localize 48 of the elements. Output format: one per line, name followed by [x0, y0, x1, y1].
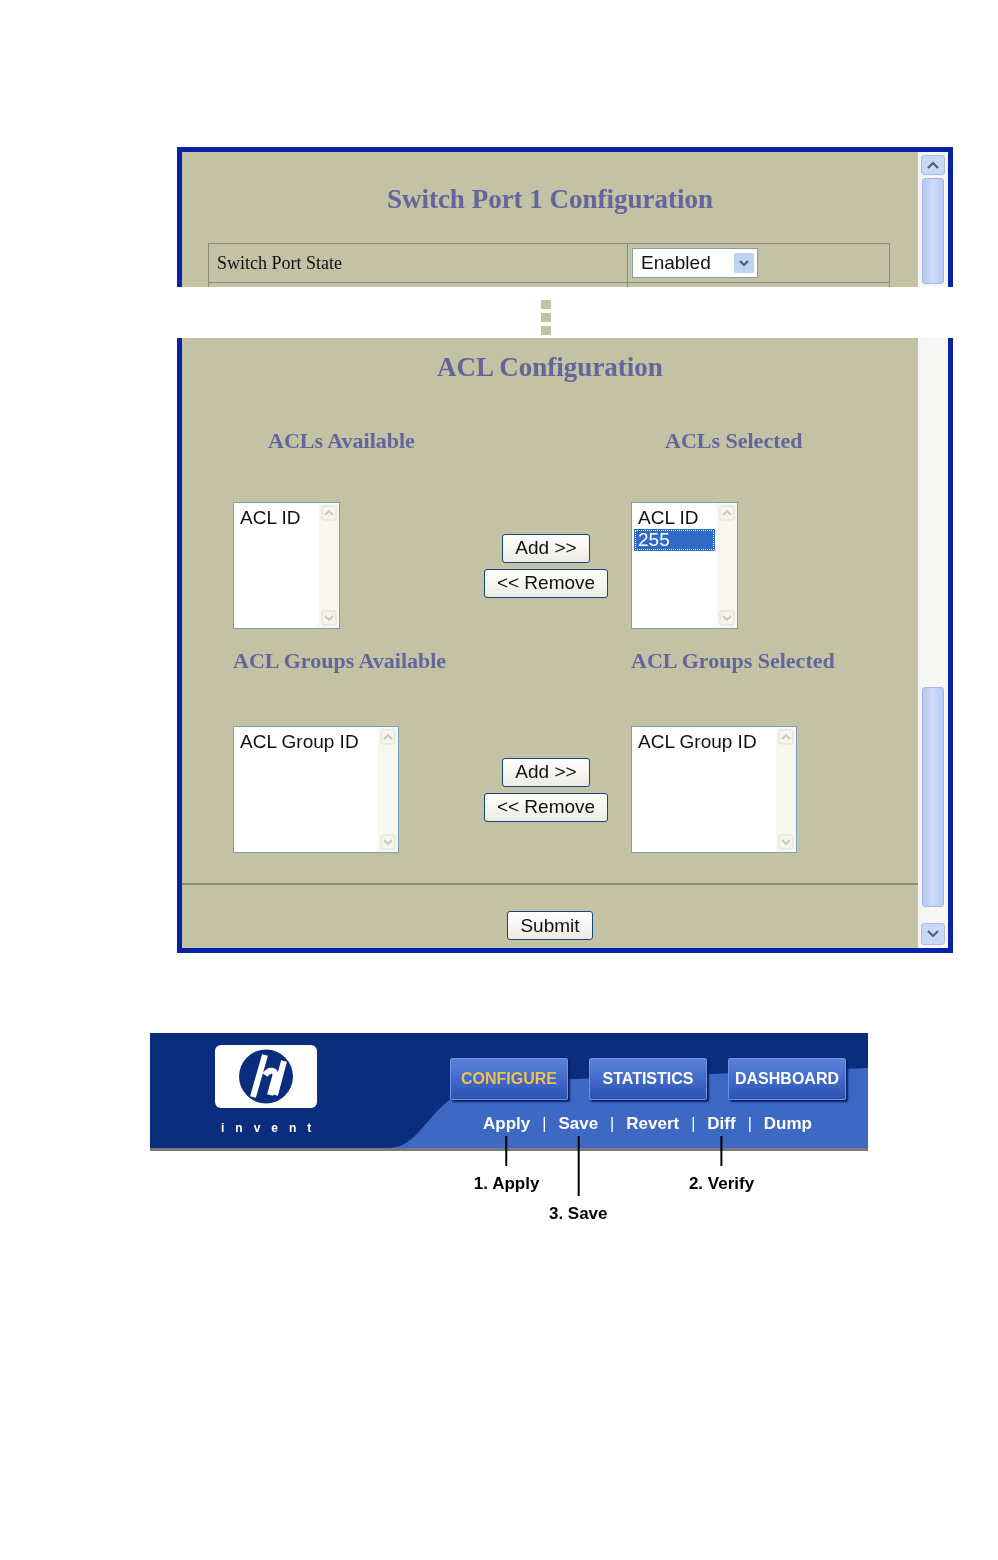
nav-link[interactable]: Diff — [707, 1114, 736, 1134]
remove-button[interactable]: << Remove — [483, 792, 609, 822]
list-box[interactable]: ACL Group ID — [233, 726, 399, 853]
list-heading: ACL Groups Selected — [631, 648, 836, 674]
remove-button[interactable]: << Remove — [483, 568, 609, 598]
nav-link[interactable]: Dump — [763, 1114, 812, 1134]
callout-label: 1. Apply — [473, 1174, 540, 1194]
link-separator: | — [691, 1115, 696, 1133]
nav-link[interactable]: Revert — [626, 1114, 680, 1134]
scroll-thumb[interactable] — [922, 177, 944, 284]
list-item[interactable]: 255 — [634, 529, 715, 551]
list-box[interactable]: ACL ID — [233, 502, 340, 629]
scroll-thumb[interactable] — [922, 687, 944, 907]
scrollbar[interactable] — [918, 338, 948, 948]
section-title: Switch Port 1 Configuration — [385, 184, 715, 215]
scroll-down-icon[interactable] — [921, 923, 945, 945]
link-separator: | — [542, 1115, 547, 1133]
leader-line — [720, 1136, 723, 1166]
leader-line — [505, 1136, 508, 1166]
scrollbar[interactable] — [918, 152, 948, 287]
state-select[interactable]: Enabled — [632, 248, 758, 278]
row-label: Switch Port State — [209, 244, 628, 282]
link-separator: | — [610, 1115, 615, 1133]
nav-tab[interactable]: STATISTICS — [589, 1058, 707, 1100]
link-separator: | — [747, 1115, 752, 1133]
section-title: ACL Configuration — [436, 352, 664, 383]
scroll-down-icon[interactable] — [719, 610, 735, 626]
scroll-down-icon[interactable] — [778, 834, 794, 850]
nav-link[interactable]: Save — [558, 1114, 599, 1134]
nav-link[interactable]: Apply — [483, 1114, 531, 1134]
submit-button[interactable]: Submit — [507, 911, 593, 940]
add-button[interactable]: Add >> — [502, 533, 590, 563]
list-heading: ACLs Selected — [664, 428, 804, 454]
break-marker-icon — [541, 299, 551, 336]
list-heading: ACLs Available — [267, 428, 416, 454]
logo-tagline: invent — [221, 1121, 324, 1135]
scroll-down-icon[interactable] — [321, 610, 337, 626]
list-heading: ACL Groups Available — [233, 648, 448, 674]
scroll-down-icon[interactable] — [380, 834, 396, 850]
list-box[interactable]: ACL ID 255 — [631, 502, 738, 629]
scroll-up-icon[interactable] — [921, 155, 945, 175]
callout-label: 2. Verify — [688, 1174, 755, 1194]
list-box[interactable]: ACL Group ID — [631, 726, 797, 853]
logo-icon — [215, 1045, 317, 1108]
leader-line — [577, 1136, 580, 1196]
nav-tab[interactable]: DASHBOARD — [728, 1058, 846, 1100]
callout-label: 3. Save — [548, 1204, 608, 1224]
add-button[interactable]: Add >> — [502, 757, 590, 787]
